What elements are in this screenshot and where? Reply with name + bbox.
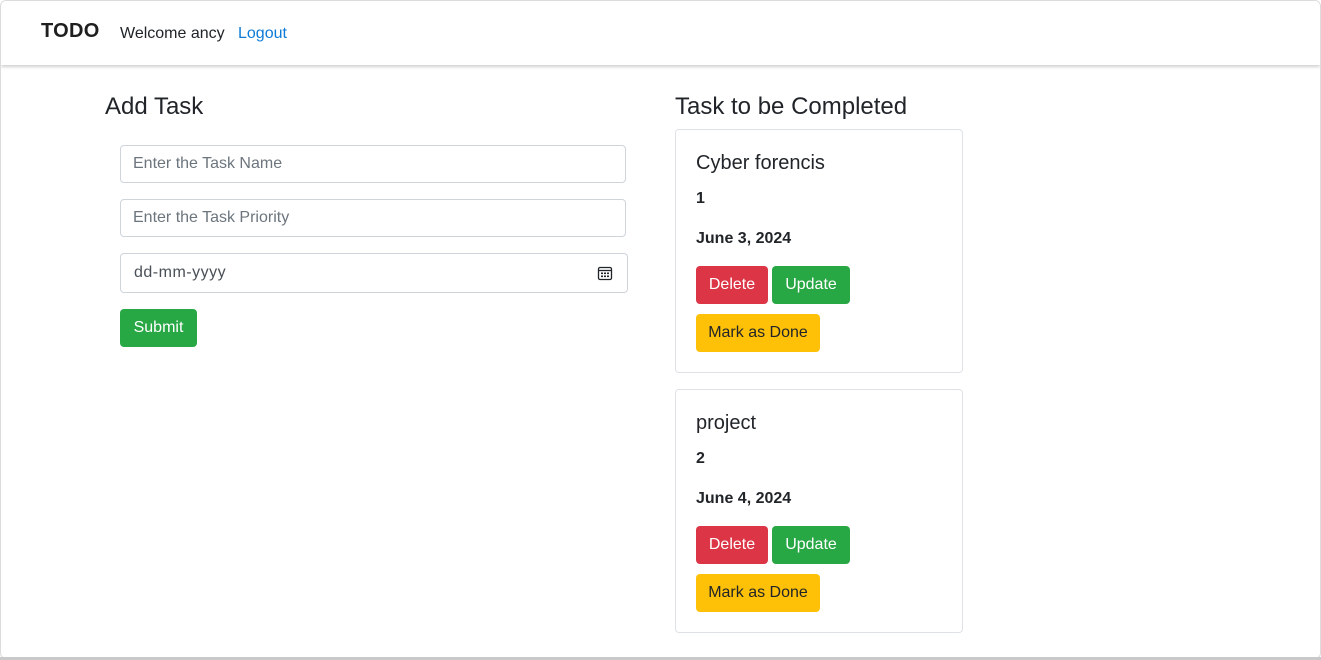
date-placeholder: dd-mm-yyyy bbox=[134, 264, 227, 281]
task-date: June 4, 2024 bbox=[696, 490, 792, 507]
update-button[interactable]: Update bbox=[772, 526, 850, 564]
task-priority: 1 bbox=[696, 190, 705, 207]
welcome-text: Welcome ancy bbox=[120, 25, 225, 42]
calendar-icon[interactable] bbox=[597, 265, 613, 281]
task-title: Cyber forencis bbox=[696, 152, 825, 174]
task-priority: 2 bbox=[696, 450, 705, 467]
navbar: TODO Welcome ancy Logout bbox=[1, 1, 1320, 65]
task-card: Cyber forencis 1 June 3, 2024 Delete Upd… bbox=[675, 129, 963, 373]
mark-as-done-button[interactable]: Mark as Done bbox=[696, 314, 820, 352]
app-window: TODO Welcome ancy Logout Add Task dd-mm-… bbox=[0, 0, 1321, 659]
task-title: project bbox=[696, 412, 757, 434]
task-date: June 3, 2024 bbox=[696, 230, 792, 247]
task-date-input[interactable]: dd-mm-yyyy bbox=[120, 253, 628, 293]
delete-button[interactable]: Delete bbox=[696, 266, 768, 304]
mark-as-done-button[interactable]: Mark as Done bbox=[696, 574, 820, 612]
brand-logo[interactable]: TODO bbox=[41, 20, 100, 43]
task-priority-input[interactable] bbox=[120, 199, 626, 237]
submit-button[interactable]: Submit bbox=[120, 309, 197, 347]
update-button[interactable]: Update bbox=[772, 266, 850, 304]
task-name-input[interactable] bbox=[120, 145, 626, 183]
add-task-heading: Add Task bbox=[105, 93, 204, 120]
task-card: project 2 June 4, 2024 Delete Update Mar… bbox=[675, 389, 963, 633]
logout-link[interactable]: Logout bbox=[238, 25, 287, 43]
delete-button[interactable]: Delete bbox=[696, 526, 768, 564]
task-list-heading: Task to be Completed bbox=[675, 93, 908, 120]
